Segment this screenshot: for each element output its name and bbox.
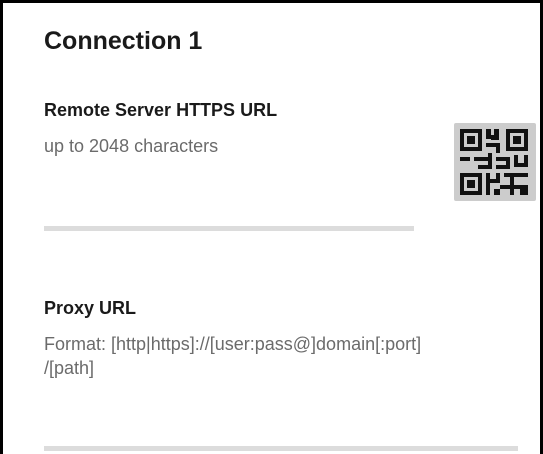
proxy-url-underline: [44, 446, 518, 451]
proxy-url-label: Proxy URL: [44, 298, 137, 318]
proxy-url-hint-line1: Format: [http|https]://[user:pass@]domai…: [44, 334, 422, 354]
qr-scan-button[interactable]: [454, 123, 536, 201]
remote-server-url-underline: [44, 226, 414, 231]
proxy-url-hint-line2: /[path]: [44, 358, 95, 378]
section-title: Connection 1: [44, 27, 203, 55]
remote-server-url-input[interactable]: up to 2048 characters: [44, 134, 424, 158]
proxy-url-input[interactable]: Format: [http|https]://[user:pass@]domai…: [44, 332, 524, 380]
qr-code-icon: [460, 129, 528, 195]
remote-server-url-label: Remote Server HTTPS URL: [44, 100, 278, 120]
connection-panel: Connection 1 Remote Server HTTPS URL up …: [0, 0, 543, 454]
